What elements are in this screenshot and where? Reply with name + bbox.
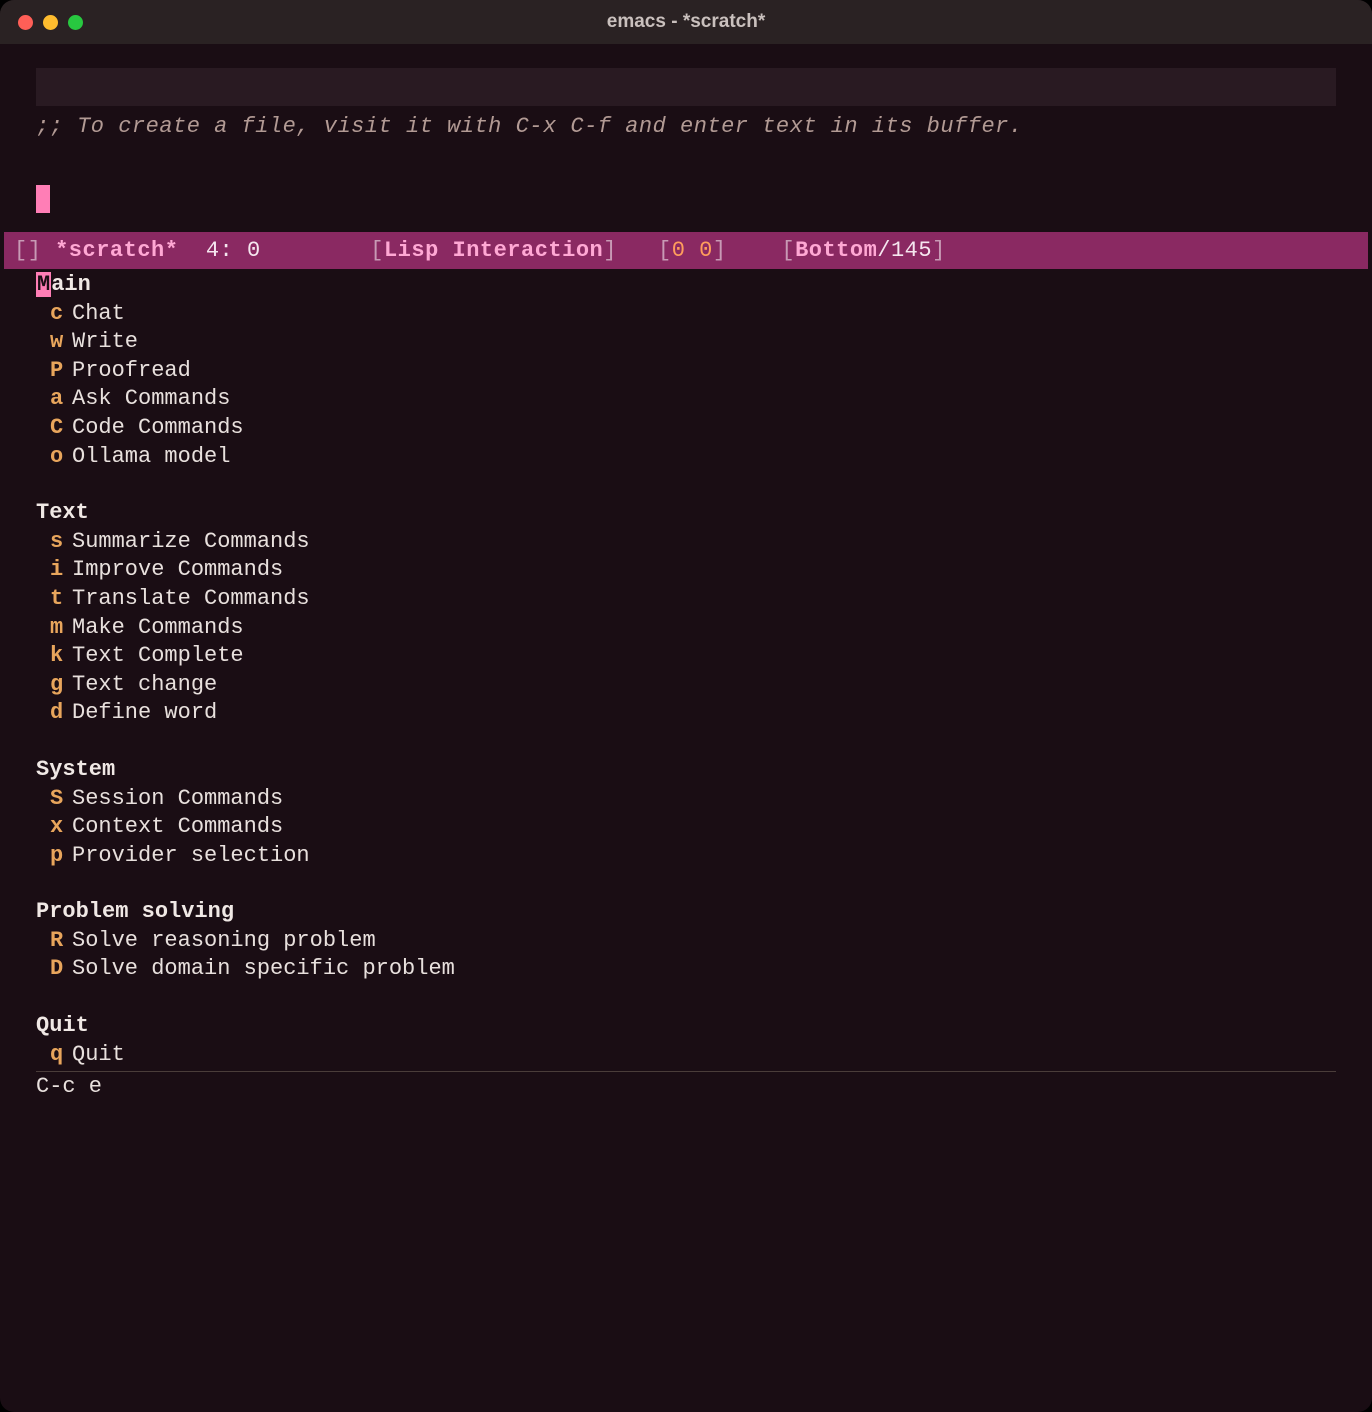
menu-item-define-word[interactable]: d Define word — [36, 699, 1336, 728]
section-main-rest: ain — [51, 272, 91, 297]
menu-key: m — [36, 614, 72, 643]
titlebar: emacs - *scratch* — [0, 0, 1372, 44]
menu-key: s — [36, 528, 72, 557]
menu-label: Summarize Commands — [72, 528, 310, 557]
menu-label: Session Commands — [72, 785, 283, 814]
section-gap — [36, 728, 1336, 756]
close-window-button[interactable] — [18, 15, 33, 30]
modeline-buffer-name[interactable]: *scratch* — [55, 238, 178, 263]
menu-item-solve-reasoning[interactable]: R Solve reasoning problem — [36, 927, 1336, 956]
menu-key: R — [36, 927, 72, 956]
menu-item-write[interactable]: w Write — [36, 328, 1336, 357]
menu-label: Ollama model — [72, 443, 230, 472]
menu-label: Translate Commands — [72, 585, 310, 614]
menu-item-summarize[interactable]: s Summarize Commands — [36, 528, 1336, 557]
menu-key: d — [36, 699, 72, 728]
modeline-scroll-close: ] — [932, 238, 946, 263]
menu-key: S — [36, 785, 72, 814]
transient-menu: Main c Chat w Write P Proofread a Ask Co… — [0, 271, 1372, 1069]
menu-key: D — [36, 955, 72, 984]
modeline: [] *scratch* 4: 0 [ Lisp Interaction ] [… — [4, 232, 1368, 269]
menu-label: Define word — [72, 699, 217, 728]
menu-label: Solve reasoning problem — [72, 927, 376, 956]
menu-item-make[interactable]: m Make Commands — [36, 614, 1336, 643]
section-gap — [36, 471, 1336, 499]
menu-key: P — [36, 357, 72, 386]
text-cursor — [36, 185, 50, 213]
emacs-window: emacs - *scratch* ;; To create a file, v… — [0, 0, 1372, 1412]
menu-key: c — [36, 300, 72, 329]
menu-label: Proofread — [72, 357, 191, 386]
menu-label: Improve Commands — [72, 556, 283, 585]
section-header-text: Text — [36, 499, 1336, 528]
header-line — [36, 68, 1336, 106]
section-header-quit: Quit — [36, 1012, 1336, 1041]
section-header-problem-solving: Problem solving — [36, 898, 1336, 927]
blank-line — [0, 141, 1372, 177]
menu-item-improve[interactable]: i Improve Commands — [36, 556, 1336, 585]
menu-item-ask-commands[interactable]: a Ask Commands — [36, 385, 1336, 414]
modeline-scroll-word: Bottom — [795, 238, 877, 263]
modeline-pos: 0 0 — [672, 238, 713, 263]
menu-item-code-commands[interactable]: C Code Commands — [36, 414, 1336, 443]
menu-key: k — [36, 642, 72, 671]
menu-item-ollama-model[interactable]: o Ollama model — [36, 443, 1336, 472]
menu-item-chat[interactable]: c Chat — [36, 300, 1336, 329]
menu-key: a — [36, 385, 72, 414]
menu-key: w — [36, 328, 72, 357]
modeline-mode: Lisp Interaction — [384, 238, 603, 263]
modeline-mode-open: [ — [370, 238, 384, 263]
menu-key: q — [36, 1041, 72, 1070]
modeline-pos-open: [ — [658, 238, 672, 263]
traffic-lights — [18, 15, 83, 30]
menu-key: o — [36, 443, 72, 472]
section-header-main: Main — [36, 271, 1336, 300]
menu-item-translate[interactable]: t Translate Commands — [36, 585, 1336, 614]
window-title: emacs - *scratch* — [18, 11, 1354, 33]
section-gap — [36, 870, 1336, 898]
menu-label: Ask Commands — [72, 385, 230, 414]
minimize-window-button[interactable] — [43, 15, 58, 30]
menu-item-solve-domain[interactable]: D Solve domain specific problem — [36, 955, 1336, 984]
modeline-pos-close: ] — [713, 238, 727, 263]
menu-item-session[interactable]: S Session Commands — [36, 785, 1336, 814]
section-gap — [36, 984, 1336, 1012]
menu-key: g — [36, 671, 72, 700]
modeline-line-col: 4: 0 — [206, 238, 261, 263]
menu-label: Code Commands — [72, 414, 244, 443]
menu-item-text-complete[interactable]: k Text Complete — [36, 642, 1336, 671]
section-main-hkey: M — [36, 272, 51, 297]
menu-key: i — [36, 556, 72, 585]
menu-item-quit[interactable]: q Quit — [36, 1041, 1336, 1070]
menu-item-text-change[interactable]: g Text change — [36, 671, 1336, 700]
menu-key: p — [36, 842, 72, 871]
section-header-system: System — [36, 756, 1336, 785]
menu-label: Solve domain specific problem — [72, 955, 455, 984]
menu-label: Write — [72, 328, 138, 357]
menu-key: x — [36, 813, 72, 842]
menu-key: t — [36, 585, 72, 614]
modeline-brackets: [] — [14, 238, 41, 263]
modeline-mode-close: ] — [603, 238, 617, 263]
menu-label: Chat — [72, 300, 125, 329]
modeline-scroll-open: [ — [781, 238, 795, 263]
menu-item-context[interactable]: x Context Commands — [36, 813, 1336, 842]
menu-label: Quit — [72, 1041, 125, 1070]
modeline-scroll-total: 145 — [891, 238, 932, 263]
minibuffer[interactable]: C-c e — [0, 1072, 1372, 1101]
menu-label: Context Commands — [72, 813, 283, 842]
menu-label: Make Commands — [72, 614, 244, 643]
menu-key: C — [36, 414, 72, 443]
maximize-window-button[interactable] — [68, 15, 83, 30]
buffer-comment[interactable]: ;; To create a file, visit it with C-x C… — [0, 112, 1372, 141]
menu-label: Provider selection — [72, 842, 310, 871]
editor-content: ;; To create a file, visit it with C-x C… — [0, 44, 1372, 1101]
menu-label: Text change — [72, 671, 217, 700]
menu-item-provider[interactable]: p Provider selection — [36, 842, 1336, 871]
menu-item-proofread[interactable]: P Proofread — [36, 357, 1336, 386]
modeline-scroll-sep: / — [877, 238, 891, 263]
menu-label: Text Complete — [72, 642, 244, 671]
